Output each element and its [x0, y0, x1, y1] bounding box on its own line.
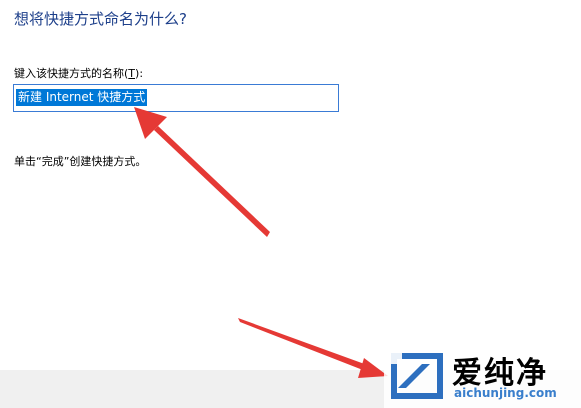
annotation-arrow-to-watermark [238, 318, 388, 378]
watermark-logo-icon [388, 350, 443, 399]
watermark-url: aichunjing.com [454, 386, 557, 400]
site-watermark: 爱纯净 aichunjing.com [384, 344, 581, 408]
annotation-arrow-to-input [134, 107, 270, 237]
